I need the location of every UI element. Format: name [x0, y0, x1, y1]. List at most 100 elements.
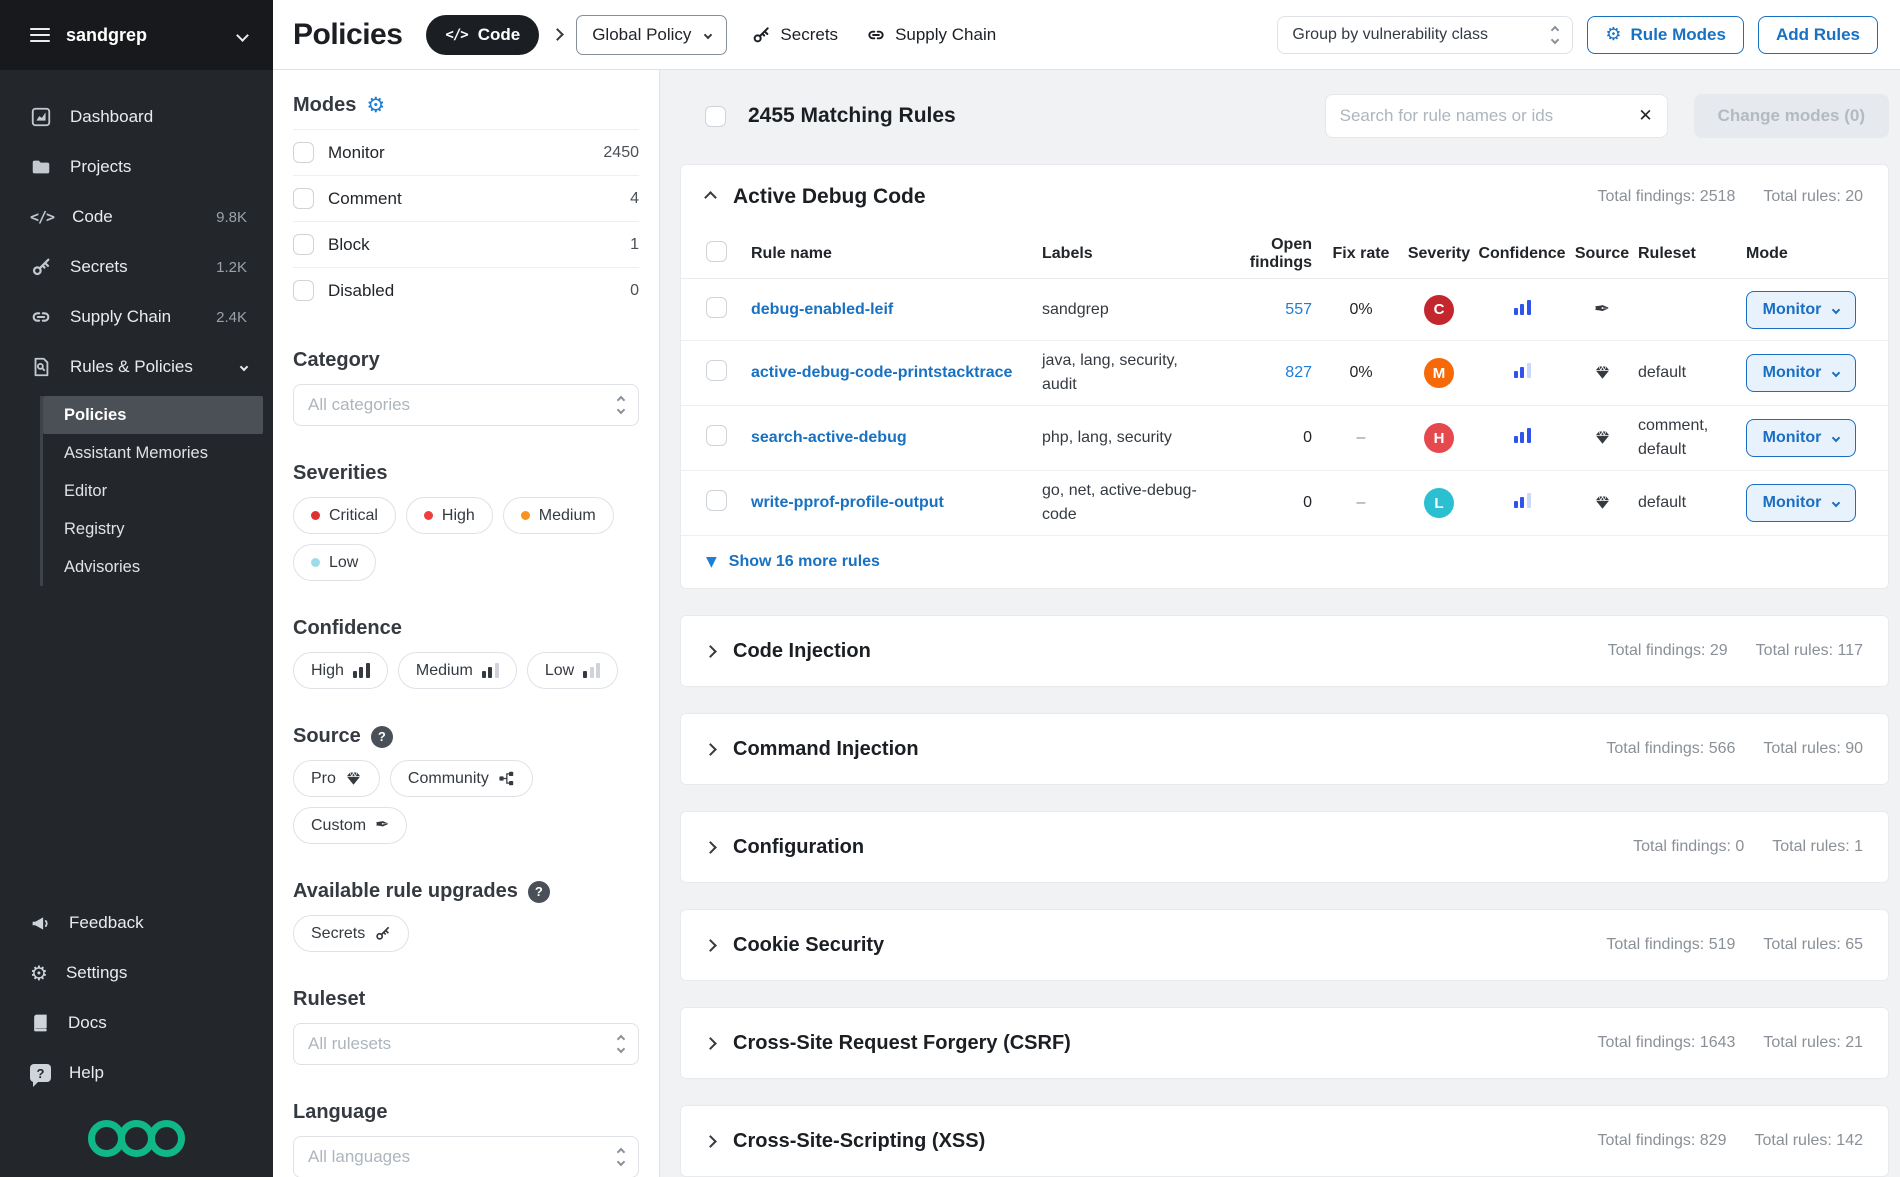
rule-group-collapsed[interactable]: Cross-Site Request Forgery (CSRF) Total … — [680, 1007, 1889, 1079]
chevron-right-icon — [704, 939, 717, 952]
clear-search-icon[interactable]: ✕ — [1638, 108, 1652, 125]
rule-name-link[interactable]: search-active-debug — [751, 429, 907, 446]
rule-group-collapsed[interactable]: Configuration Total findings: 0Total rul… — [680, 811, 1889, 883]
confidence-bars-icon — [1514, 363, 1531, 378]
rules-policies-submenu: Policies Assistant Memories Editor Regis… — [40, 396, 273, 586]
help-icon[interactable]: ? — [528, 881, 550, 903]
total-findings: Total findings: 519 — [1606, 936, 1735, 954]
confidence-chip-high[interactable]: High — [293, 652, 388, 689]
change-modes-button[interactable]: Change modes (0) — [1694, 94, 1889, 138]
rule-group-collapsed[interactable]: Command Injection Total findings: 566Tot… — [680, 713, 1889, 785]
group-by-select[interactable]: Group by vulnerability class — [1277, 16, 1573, 54]
sidebar-subitem-registry[interactable]: Registry — [43, 510, 263, 548]
show-more-rules[interactable]: ▼ Show 16 more rules — [681, 536, 1888, 588]
select-all-checkbox[interactable] — [705, 106, 726, 127]
ruleset: default — [1638, 491, 1746, 515]
severity-chip-critical[interactable]: Critical — [293, 497, 396, 534]
doc-search-icon — [30, 356, 52, 378]
rule-name-link[interactable]: active-debug-code-printstacktrace — [751, 364, 1012, 381]
severity-chip-high[interactable]: High — [406, 497, 493, 534]
network-icon — [498, 770, 515, 787]
checkbox[interactable] — [293, 142, 314, 163]
severity-chip-medium[interactable]: Medium — [503, 497, 614, 534]
checkbox[interactable] — [293, 188, 314, 209]
rule-name-link[interactable]: debug-enabled-leif — [751, 301, 893, 318]
total-rules: Total rules: 1 — [1772, 838, 1863, 856]
sidebar-item-code[interactable]: </> Code 9.8K — [0, 192, 273, 242]
rule-modes-button[interactable]: ⚙ Rule Modes — [1587, 16, 1744, 54]
row-checkbox[interactable] — [706, 297, 727, 318]
product-tab-secrets[interactable]: Secrets — [751, 25, 838, 45]
ruleset: comment, default — [1638, 414, 1746, 462]
gear-icon[interactable]: ⚙ — [366, 95, 385, 116]
sidebar-item-secrets[interactable]: Secrets 1.2K — [0, 242, 273, 292]
source-chip-community[interactable]: Community — [390, 760, 533, 797]
column-header: Open findings — [1222, 236, 1322, 272]
checkbox[interactable] — [293, 280, 314, 301]
product-tab-supply-chain[interactable]: Supply Chain — [866, 25, 996, 45]
sidebar-item-feedback[interactable]: Feedback — [0, 898, 273, 948]
sidebar-item-docs[interactable]: Docs — [0, 998, 273, 1048]
sidebar-subitem-editor[interactable]: Editor — [43, 472, 263, 510]
confidence-bars-icon — [1514, 493, 1531, 508]
source-chip-pro[interactable]: Pro — [293, 760, 380, 797]
table-header: Rule name Labels Open findings Fix rate … — [681, 229, 1888, 279]
group-title: Command Injection — [733, 738, 919, 761]
product-tab-code[interactable]: </> Code — [426, 15, 539, 55]
mode-filter-block[interactable]: Block 1 — [293, 221, 639, 267]
help-icon[interactable]: ? — [371, 726, 393, 748]
mode-select[interactable]: Monitor — [1746, 484, 1856, 522]
source-icon: ✒ — [1594, 494, 1611, 511]
group-select-checkbox[interactable] — [706, 241, 727, 262]
open-findings-count[interactable]: 0 — [1303, 494, 1312, 511]
chevron-down-icon — [1832, 369, 1840, 377]
filter-heading-source: Source ? — [293, 725, 639, 748]
search-input[interactable] — [1340, 106, 1629, 126]
upgrade-chip-secrets[interactable]: Secrets — [293, 915, 409, 952]
ruleset-select[interactable]: All rulesets — [293, 1023, 639, 1065]
rule-group-collapsed[interactable]: Code Injection Total findings: 29Total r… — [680, 615, 1889, 687]
sidebar-subitem-advisories[interactable]: Advisories — [43, 548, 263, 586]
hamburger-menu-icon[interactable] — [30, 28, 50, 42]
total-rules: Total rules: 21 — [1763, 1034, 1863, 1052]
open-findings-count[interactable]: 827 — [1285, 364, 1312, 381]
rule-name-link[interactable]: write-pprof-profile-output — [751, 494, 944, 511]
sidebar-item-rules-policies[interactable]: Rules & Policies — [0, 342, 273, 392]
row-checkbox[interactable] — [706, 360, 727, 381]
matching-rules-title: 2455 Matching Rules — [748, 104, 956, 128]
chevron-right-icon — [704, 841, 717, 854]
open-findings-count[interactable]: 0 — [1303, 429, 1312, 446]
count-badge: 9.8K — [216, 209, 247, 226]
group-header[interactable]: Active Debug Code Total findings: 2518 T… — [681, 165, 1888, 229]
severity-chip-low[interactable]: Low — [293, 544, 376, 581]
mode-select[interactable]: Monitor — [1746, 419, 1856, 457]
mode-filter-monitor[interactable]: Monitor 2450 — [293, 129, 639, 175]
sidebar-subitem-policies[interactable]: Policies — [43, 396, 263, 434]
rule-group-collapsed[interactable]: Cross-Site-Scripting (XSS) Total finding… — [680, 1105, 1889, 1177]
language-select[interactable]: All languages — [293, 1136, 639, 1177]
sidebar-item-settings[interactable]: ⚙ Settings — [0, 948, 273, 998]
sidebar-subitem-assistant-memories[interactable]: Assistant Memories — [43, 434, 263, 472]
mode-filter-comment[interactable]: Comment 4 — [293, 175, 639, 221]
sidebar-item-projects[interactable]: Projects — [0, 142, 273, 192]
open-findings-count[interactable]: 557 — [1285, 301, 1312, 318]
source-chip-custom[interactable]: Custom✒ — [293, 807, 407, 844]
policy-select[interactable]: Global Policy — [576, 15, 727, 55]
confidence-chip-low[interactable]: Low — [527, 652, 618, 689]
org-switcher[interactable]: sandgrep — [0, 0, 273, 70]
row-checkbox[interactable] — [706, 490, 727, 511]
add-rules-button[interactable]: Add Rules — [1758, 16, 1878, 54]
sidebar-item-help[interactable]: ? Help — [0, 1048, 273, 1098]
row-checkbox[interactable] — [706, 425, 727, 446]
sidebar-item-supply-chain[interactable]: Supply Chain 2.4K — [0, 292, 273, 342]
mode-filter-disabled[interactable]: Disabled 0 — [293, 267, 639, 313]
confidence-chip-medium[interactable]: Medium — [398, 652, 517, 689]
mode-select[interactable]: Monitor — [1746, 291, 1856, 329]
mode-select[interactable]: Monitor — [1746, 354, 1856, 392]
checkbox[interactable] — [293, 234, 314, 255]
category-select[interactable]: All categories — [293, 384, 639, 426]
sidebar-item-dashboard[interactable]: Dashboard — [0, 92, 273, 142]
chevron-down-icon — [240, 363, 248, 371]
column-header: Labels — [1042, 242, 1222, 266]
rule-group-collapsed[interactable]: Cookie Security Total findings: 519Total… — [680, 909, 1889, 981]
